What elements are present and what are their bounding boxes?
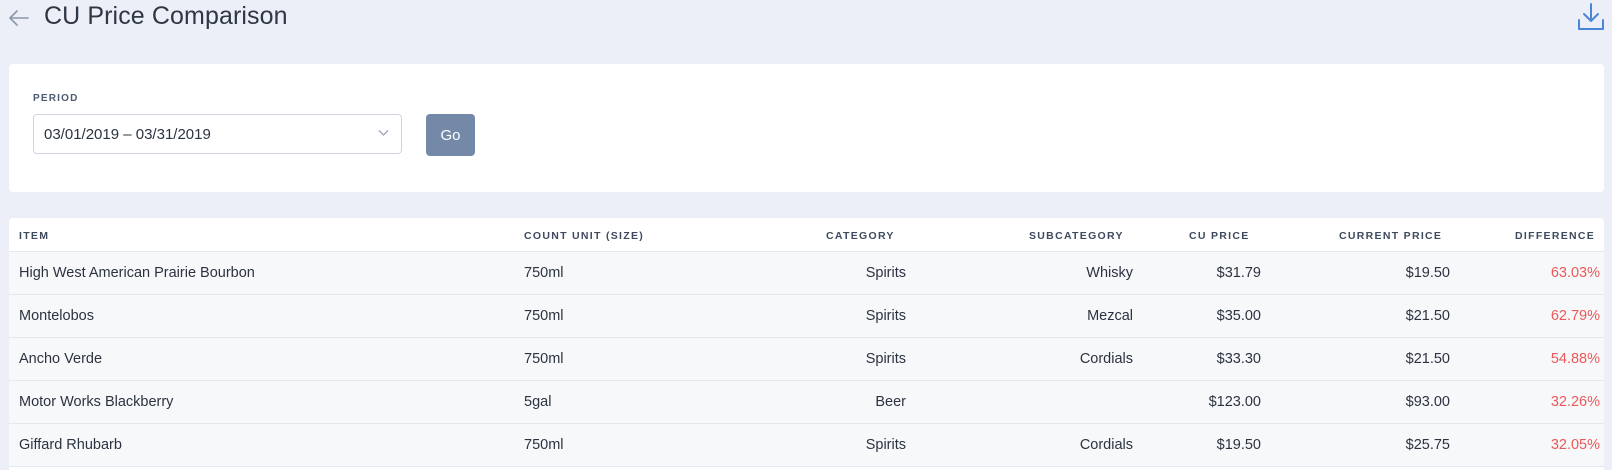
cell-difference: 54.88%	[1550, 351, 1600, 367]
table-row[interactable]: Montelobos 750ml Spirits Mezcal $35.00 $…	[9, 295, 1604, 338]
cell-difference: 62.79%	[1550, 308, 1600, 324]
cell-current-price: $25.75	[1405, 437, 1450, 453]
period-label: PERIOD	[33, 93, 79, 104]
cell-item: Montelobos	[19, 308, 94, 324]
cell-item: Ancho Verde	[19, 351, 103, 367]
cell-current-price: $19.50	[1405, 265, 1450, 281]
cell-cu-price: $19.50	[1216, 437, 1261, 453]
cell-cu-price: $35.00	[1216, 308, 1261, 324]
cell-cu-price: $33.30	[1216, 351, 1261, 367]
cell-count-unit: 750ml	[524, 437, 564, 453]
cell-count-unit: 750ml	[524, 265, 564, 281]
column-header-count-unit[interactable]: COUNT UNIT (SIZE)	[524, 230, 644, 242]
cell-difference: 32.05%	[1550, 437, 1600, 453]
cell-difference: 63.03%	[1550, 265, 1600, 281]
period-value: 03/01/2019 – 03/31/2019	[44, 126, 211, 143]
column-header-item[interactable]: ITEM	[19, 230, 49, 242]
download-icon[interactable]	[1576, 2, 1606, 32]
cell-category: Spirits	[865, 351, 906, 367]
page-header: CU Price Comparison	[0, 0, 1612, 40]
table-row[interactable]: Giffard Rhubarb 750ml Spirits Cordials $…	[9, 424, 1604, 467]
filter-card: PERIOD 03/01/2019 – 03/31/2019 Go	[9, 64, 1604, 192]
column-header-category[interactable]: CATEGORY	[826, 230, 895, 242]
cell-subcategory: Cordials	[1079, 437, 1133, 453]
cell-count-unit: 5gal	[524, 394, 552, 410]
column-header-difference[interactable]: DIFFERENCE	[1515, 230, 1595, 242]
arrow-left-icon[interactable]	[8, 8, 30, 28]
cell-category: Spirits	[865, 308, 906, 324]
cell-count-unit: 750ml	[524, 351, 564, 367]
cell-current-price: $21.50	[1405, 308, 1450, 324]
go-button[interactable]: Go	[426, 114, 475, 156]
column-header-current-price[interactable]: CURRENT PRICE	[1339, 230, 1442, 242]
column-header-subcategory[interactable]: SUBCATEGORY	[1029, 230, 1124, 242]
table-row[interactable]: Motor Works Blackberry 5gal Beer $123.00…	[9, 381, 1604, 424]
cell-subcategory: Mezcal	[1087, 308, 1133, 324]
cell-current-price: $21.50	[1405, 351, 1450, 367]
price-table: ITEM COUNT UNIT (SIZE) CATEGORY SUBCATEG…	[9, 218, 1604, 470]
cell-category: Spirits	[865, 437, 906, 453]
cell-current-price: $93.00	[1405, 394, 1450, 410]
table-row[interactable]: Ancho Verde 750ml Spirits Cordials $33.3…	[9, 338, 1604, 381]
cell-cu-price: $123.00	[1208, 394, 1261, 410]
table-header: ITEM COUNT UNIT (SIZE) CATEGORY SUBCATEG…	[9, 218, 1604, 252]
cell-subcategory: Whisky	[1086, 265, 1133, 281]
cell-category: Spirits	[865, 265, 906, 281]
table-row[interactable]: High West American Prairie Bourbon 750ml…	[9, 252, 1604, 295]
cell-item: Giffard Rhubarb	[19, 437, 122, 453]
cell-subcategory: Cordials	[1079, 351, 1133, 367]
column-header-cu-price[interactable]: CU PRICE	[1189, 230, 1250, 242]
period-select[interactable]: 03/01/2019 – 03/31/2019	[33, 114, 402, 154]
chevron-down-icon	[378, 130, 389, 136]
cell-cu-price: $31.79	[1216, 265, 1261, 281]
cell-item: High West American Prairie Bourbon	[19, 265, 255, 281]
cell-category: Beer	[875, 394, 906, 410]
page-title: CU Price Comparison	[44, 2, 288, 30]
cell-count-unit: 750ml	[524, 308, 564, 324]
cell-difference: 32.26%	[1550, 394, 1600, 410]
cell-item: Motor Works Blackberry	[19, 394, 174, 410]
